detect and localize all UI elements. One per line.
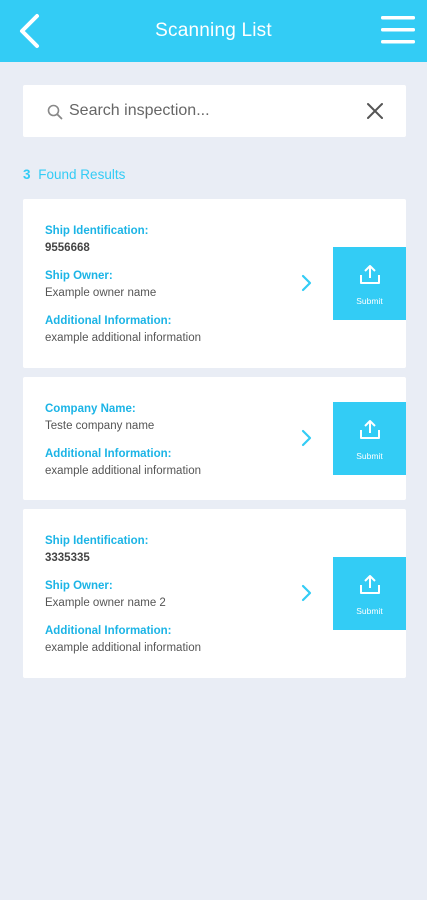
chevron-right-icon[interactable] [300, 429, 314, 447]
upload-icon [359, 419, 380, 439]
search-input[interactable] [69, 85, 359, 137]
field-label: Additional Information: [45, 625, 172, 637]
results-count: 3 [23, 167, 31, 182]
results-summary: 3 Found Results [23, 167, 125, 182]
search-icon [47, 104, 63, 120]
field-value: example additional information [45, 642, 201, 654]
field-ship-identification: Ship Identification: 9556668 [45, 224, 201, 255]
inspection-card[interactable]: Ship Identification: 9556668 Ship Owner:… [23, 199, 406, 368]
field-value: Example owner name [45, 287, 157, 299]
inspection-card[interactable]: Company Name: Teste company name Additio… [23, 377, 406, 500]
results-label: Found Results [38, 167, 126, 182]
inspection-card[interactable]: Ship Identification: 3335335 Ship Owner:… [23, 509, 406, 678]
chevron-right-icon[interactable] [300, 274, 314, 292]
back-button[interactable] [14, 12, 44, 50]
field-value: 3335335 [45, 552, 90, 564]
field-ship-owner: Ship Owner: Example owner name [45, 269, 201, 300]
submit-label: Submit [356, 295, 383, 306]
upload-icon [359, 574, 380, 594]
chevron-right-icon[interactable] [300, 584, 314, 602]
field-company-name: Company Name: Teste company name [45, 402, 201, 433]
app-header: Scanning List [0, 0, 427, 62]
field-ship-identification: Ship Identification: 3335335 [45, 534, 201, 565]
field-value: example additional information [45, 332, 201, 344]
page-title: Scanning List [155, 20, 272, 41]
menu-button[interactable] [381, 14, 417, 46]
submit-button[interactable]: Submit [333, 557, 406, 630]
field-label: Ship Owner: [45, 270, 113, 282]
field-value: Example owner name 2 [45, 597, 166, 609]
card-fields: Ship Identification: 3335335 Ship Owner:… [45, 534, 201, 669]
field-label: Ship Identification: [45, 535, 149, 547]
field-label: Additional Information: [45, 448, 172, 460]
field-label: Company Name: [45, 403, 136, 415]
field-value: example additional information [45, 465, 201, 477]
field-label: Additional Information: [45, 315, 172, 327]
field-additional-information: Additional Information: example addition… [45, 447, 201, 478]
submit-label: Submit [356, 605, 383, 616]
field-additional-information: Additional Information: example addition… [45, 624, 201, 655]
upload-icon [359, 264, 380, 284]
hamburger-menu-icon [381, 16, 415, 44]
submit-button[interactable]: Submit [333, 247, 406, 320]
field-label: Ship Owner: [45, 580, 113, 592]
submit-button[interactable]: Submit [333, 402, 406, 475]
card-fields: Ship Identification: 9556668 Ship Owner:… [45, 224, 201, 359]
field-additional-information: Additional Information: example addition… [45, 314, 201, 345]
close-icon[interactable] [366, 102, 384, 120]
submit-label: Submit [356, 450, 383, 461]
field-label: Ship Identification: [45, 225, 149, 237]
search-box [23, 85, 406, 137]
field-value: 9556668 [45, 242, 90, 254]
field-ship-owner: Ship Owner: Example owner name 2 [45, 579, 201, 610]
field-value: Teste company name [45, 420, 155, 432]
card-fields: Company Name: Teste company name Additio… [45, 402, 201, 492]
chevron-left-icon [20, 14, 39, 48]
